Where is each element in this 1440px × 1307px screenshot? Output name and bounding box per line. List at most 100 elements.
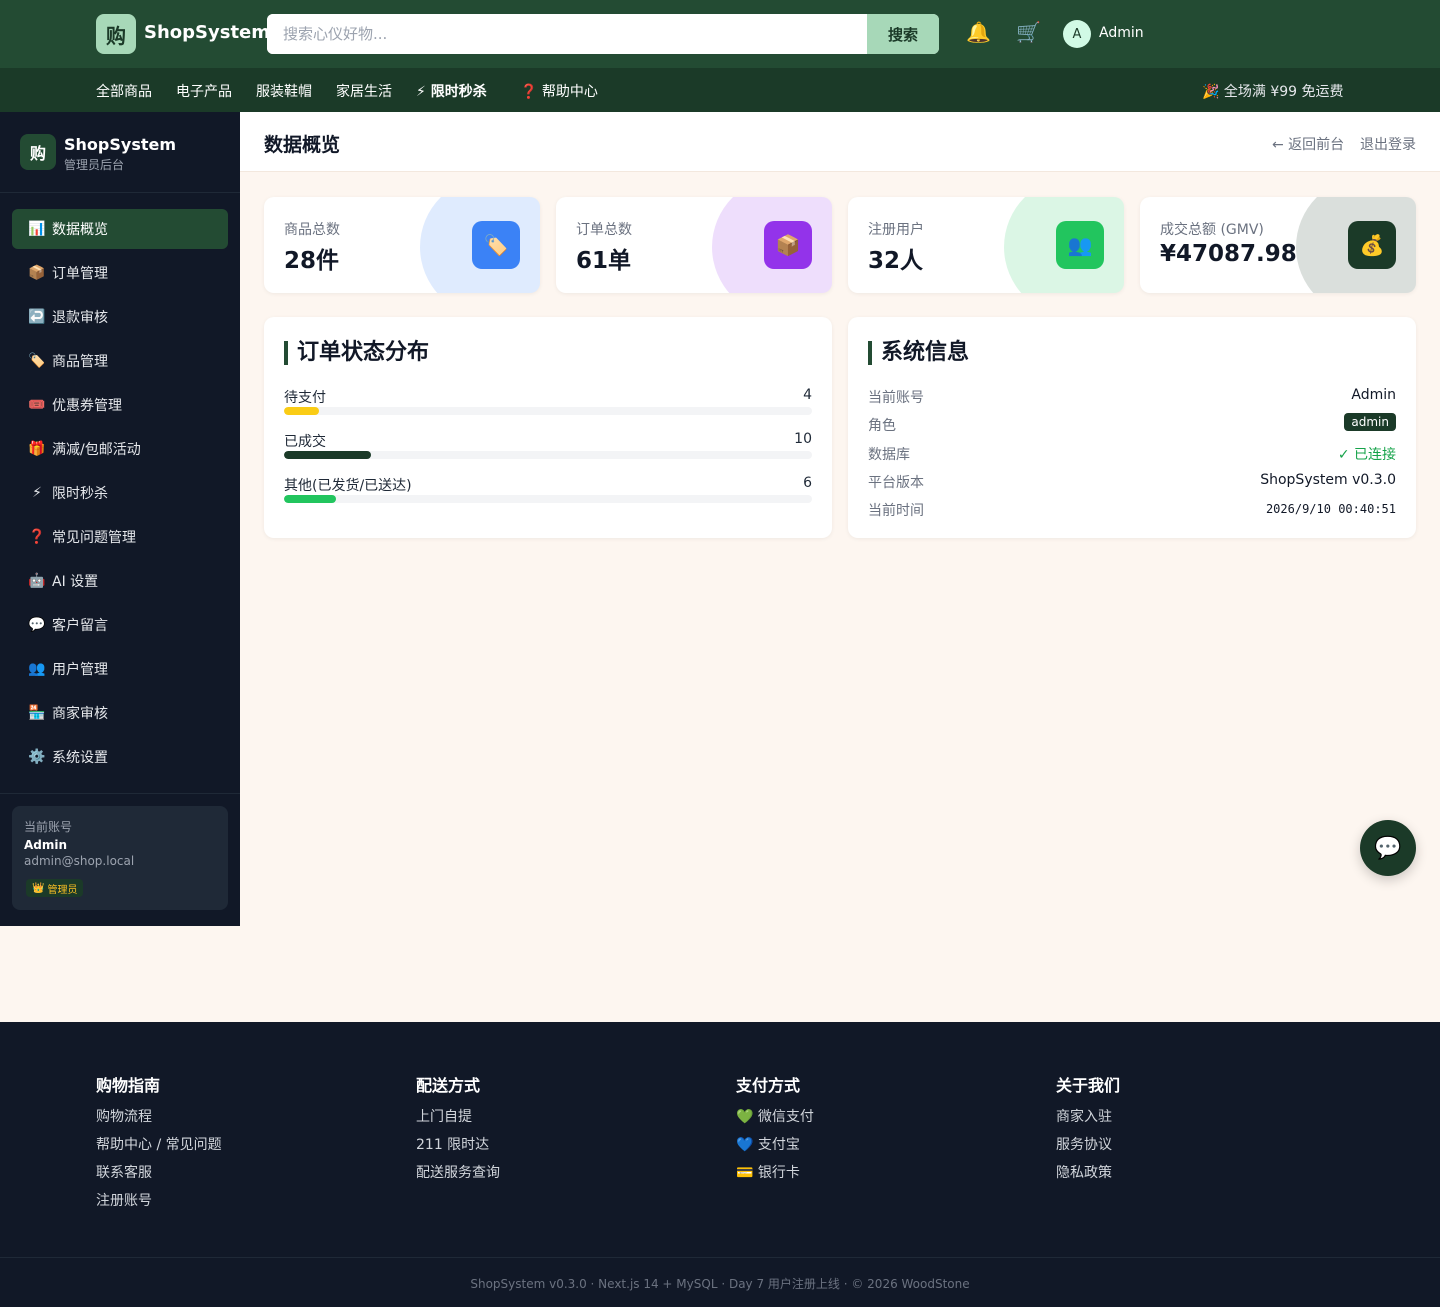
info-row-database: 数据库 ✓ 已连接 (868, 444, 1396, 464)
role-badge-label: 管理员 (47, 884, 78, 896)
panel-title: 订单状态分布 (284, 341, 429, 365)
footer-heading: 配送方式 (416, 1076, 481, 1095)
crown-icon: 👑 (32, 882, 45, 894)
current-time: 2026/9/10 00:40:51 (1265, 502, 1396, 516)
progress-fill (284, 451, 371, 459)
sidebar-item-label: 常见问题管理 (52, 530, 136, 546)
footer-heading: 关于我们 (1056, 1076, 1121, 1095)
sidebar-item-messages[interactable]: 💬 客户留言 (12, 605, 228, 645)
sidebar-item-users[interactable]: 👥 用户管理 (12, 649, 228, 689)
stat-label: 商品总数 (284, 222, 340, 238)
sidebar-item-promotions[interactable]: 🎁 满减/包邮活动 (12, 429, 228, 469)
nav-help-center[interactable]: ❓ 帮助中心 (520, 81, 598, 101)
sidebar-item-coupons[interactable]: 🎟️ 优惠券管理 (12, 385, 228, 425)
ticket-icon: 🎟️ (28, 397, 46, 413)
users-icon: 👥 (28, 661, 46, 677)
nav-home-living[interactable]: 家居生活 (336, 81, 392, 101)
info-key: 平台版本 (868, 475, 924, 491)
sidebar-item-label: 客户留言 (52, 618, 108, 634)
footer-link[interactable]: 商家入驻 (1056, 1110, 1120, 1138)
bell-icon[interactable]: 🔔 (966, 20, 991, 44)
footer-link[interactable]: 服务协议 (1056, 1138, 1120, 1166)
order-status-panel: 订单状态分布 待支付 4 已成交 10 其他(已发货/已送达) 6 (264, 317, 832, 538)
speech-bubble-icon: 💬 (28, 617, 46, 633)
nav-all-products[interactable]: 全部商品 (96, 81, 152, 101)
sidebar-item-label: 商家审核 (52, 706, 108, 722)
footer-link[interactable]: 💙 支付宝 (736, 1138, 814, 1166)
stat-card-orders: 订单总数 61单 📦 (556, 197, 832, 293)
question-icon: ❓ (28, 529, 46, 545)
avatar[interactable]: A (1063, 20, 1091, 48)
progress-fill (284, 495, 336, 503)
chart-icon: 📊 (28, 221, 46, 237)
footer-link[interactable]: 配送服务查询 (416, 1166, 500, 1194)
search-input[interactable] (267, 14, 867, 54)
page-header (240, 112, 1440, 172)
stat-label: 注册用户 (868, 222, 924, 238)
sidebar-item-refunds[interactable]: ↩️ 退款审核 (12, 297, 228, 337)
nav-apparel[interactable]: 服装鞋帽 (256, 81, 312, 101)
nav-electronics[interactable]: 电子产品 (176, 81, 232, 101)
stat-value: 28件 (284, 248, 340, 274)
progress-fill (284, 407, 319, 415)
sidebar-item-dashboard[interactable]: 📊 数据概览 (12, 209, 228, 249)
sidebar-item-orders[interactable]: 📦 订单管理 (12, 253, 228, 293)
status-count: 4 (803, 387, 812, 403)
account-name: Admin (24, 838, 68, 852)
footer-col-delivery: 配送方式 上门自提 211 限时达 配送服务查询 (416, 1072, 500, 1194)
sidebar-divider (0, 793, 240, 794)
panel-title: 系统信息 (868, 341, 969, 365)
footer-link[interactable]: 帮助中心 / 常见问题 (96, 1138, 222, 1166)
footer-link[interactable]: 上门自提 (416, 1110, 500, 1138)
sidebar-item-flash-sale[interactable]: ⚡ 限时秒杀 (12, 473, 228, 513)
stat-card-gmv: 成交总额 (GMV) ¥47087.98 💰 (1140, 197, 1416, 293)
stat-value: 61单 (576, 248, 632, 274)
role-badge: 👑 管理员 (26, 879, 84, 897)
sidebar-item-label: 商品管理 (52, 354, 108, 370)
account-email: admin@shop.local (24, 854, 135, 868)
sidebar-item-merchant-review[interactable]: 🏪 商家审核 (12, 693, 228, 733)
sidebar-item-products[interactable]: 🏷️ 商品管理 (12, 341, 228, 381)
footer-link[interactable]: 211 限时达 (416, 1138, 500, 1166)
sidebar-item-system-settings[interactable]: ⚙️ 系统设置 (12, 737, 228, 777)
page-title: 数据概览 (264, 134, 341, 156)
system-info-panel: 系统信息 当前账号 Admin 角色 admin 数据库 ✓ 已连接 平台版本 … (848, 317, 1416, 538)
progress-track (284, 407, 812, 415)
logo-icon[interactable]: 购 (96, 14, 136, 54)
lightning-icon: ⚡ (32, 485, 42, 501)
stat-card-products: 商品总数 28件 🏷️ (264, 197, 540, 293)
back-to-store-link[interactable]: ← 返回前台 (1272, 134, 1344, 154)
nav-flash-sale[interactable]: ⚡ 限时秒杀 (416, 81, 487, 101)
footer-link[interactable]: 购物流程 (96, 1110, 222, 1138)
progress-track (284, 495, 812, 503)
status-label: 待支付 (284, 390, 326, 406)
gift-icon: 🎁 (28, 441, 46, 457)
sidebar-item-label: 用户管理 (52, 662, 108, 678)
chat-icon: 💬 (1374, 835, 1402, 861)
footer-link[interactable]: 💳 银行卡 (736, 1166, 814, 1194)
info-value: ShopSystem v0.3.0 (1260, 472, 1396, 488)
copyright: ShopSystem v0.3.0 · Next.js 14 + MySQL ·… (470, 1277, 970, 1291)
sidebar-item-label: 系统设置 (52, 750, 108, 766)
stat-card-users: 注册用户 32人 👥 (848, 197, 1124, 293)
footer-link[interactable]: 💚 微信支付 (736, 1110, 814, 1138)
info-row-version: 平台版本 ShopSystem v0.3.0 (868, 472, 1396, 492)
brand-name[interactable]: ShopSystem (144, 22, 270, 43)
footer-link[interactable]: 联系客服 (96, 1166, 222, 1194)
sidebar-item-ai-settings[interactable]: 🤖 AI 设置 (12, 561, 228, 601)
users-icon: 👥 (1056, 221, 1104, 269)
search-button[interactable]: 搜索 (867, 14, 939, 54)
footer-heading: 购物指南 (96, 1076, 161, 1095)
chat-button[interactable]: 💬 (1360, 820, 1416, 876)
stat-label: 成交总额 (GMV) (1160, 222, 1264, 238)
info-key: 数据库 (868, 447, 910, 463)
info-key: 当前账号 (868, 390, 924, 406)
footer-link[interactable]: 注册账号 (96, 1194, 222, 1222)
user-name[interactable]: Admin (1099, 25, 1144, 41)
footer-link[interactable]: 隐私政策 (1056, 1166, 1120, 1194)
sidebar-item-faq[interactable]: ❓ 常见问题管理 (12, 517, 228, 557)
db-status: ✓ 已连接 (1337, 447, 1396, 463)
logout-link[interactable]: 退出登录 (1360, 134, 1416, 154)
sidebar-item-label: 限时秒杀 (52, 486, 108, 502)
cart-icon[interactable]: 🛒 (1016, 20, 1041, 44)
